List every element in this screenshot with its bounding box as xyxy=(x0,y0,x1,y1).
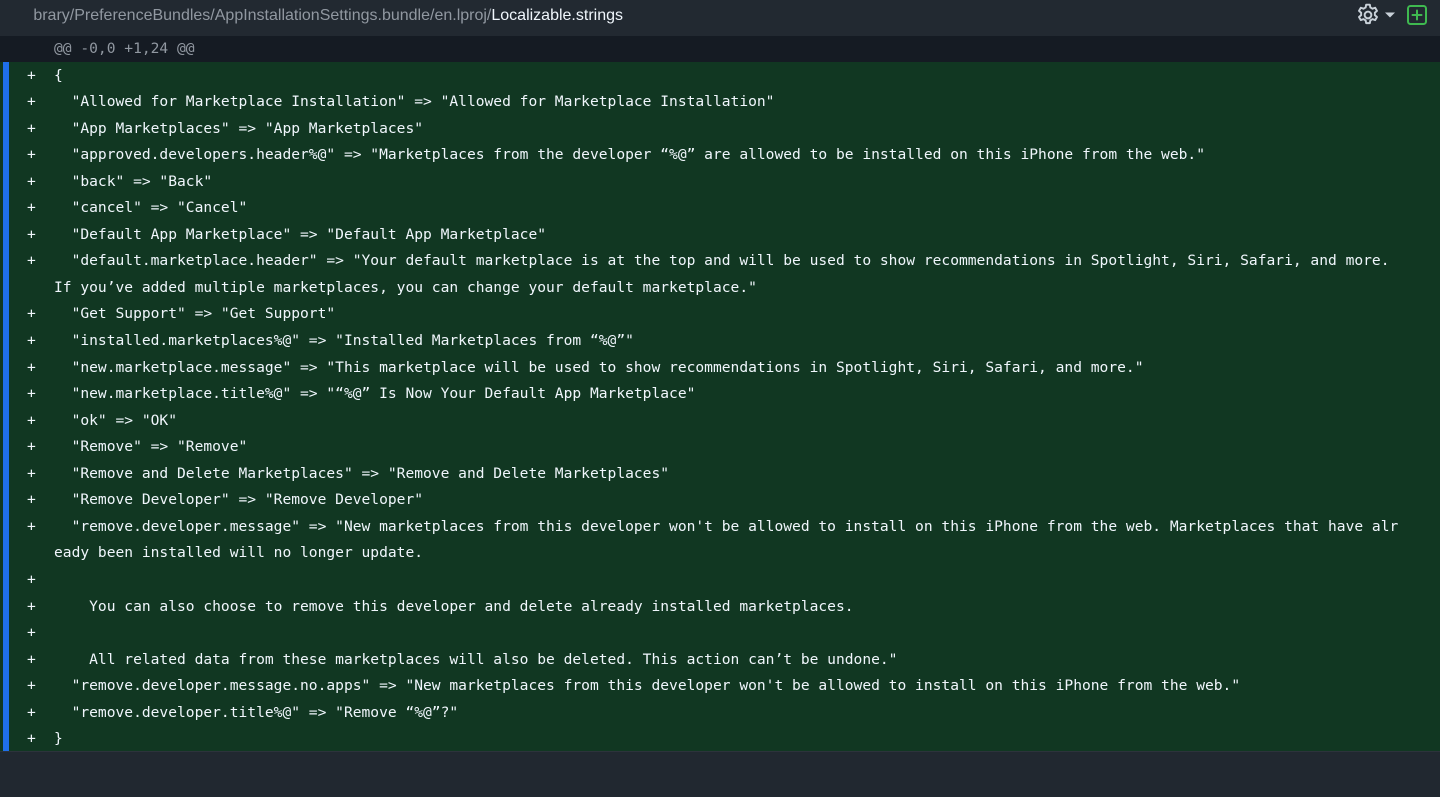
diff-line: + xyxy=(0,567,1440,594)
diff-line: + "Get Support" => "Get Support" xyxy=(0,301,1440,328)
hunk-header-row: @@ -0,0 +1,24 @@ xyxy=(0,36,1440,62)
diff-line-marker: + xyxy=(27,570,36,588)
diff-line-code: eady been installed will no longer updat… xyxy=(54,544,424,562)
file-path[interactable]: brary/PreferenceBundles/AppInstallationS… xyxy=(33,6,623,26)
diff-line: +{ xyxy=(0,63,1440,90)
diff-line: + "Allowed for Marketplace Installation"… xyxy=(0,89,1440,116)
diff-line-marker: + xyxy=(27,411,36,429)
diff-line: + "Default App Marketplace" => "Default … xyxy=(0,222,1440,249)
diff-line-code: "Allowed for Marketplace Installation" =… xyxy=(54,93,775,111)
diff-line: + "App Marketplaces" => "App Marketplace… xyxy=(0,116,1440,143)
file-header: brary/PreferenceBundles/AppInstallationS… xyxy=(0,0,1440,36)
diff-line-marker: + xyxy=(27,66,36,84)
diff-line: + "ok" => "OK" xyxy=(0,408,1440,435)
diff-line: + All related data from these marketplac… xyxy=(0,647,1440,674)
diff-line: + "remove.developer.message" => "New mar… xyxy=(0,514,1440,541)
diff-line-code: If you’ve added multiple marketplaces, y… xyxy=(54,278,757,296)
diff-line: + "installed.marketplaces%@" => "Install… xyxy=(0,328,1440,355)
diff-line-code: "remove.developer.message" => "New marke… xyxy=(54,517,1399,535)
diff-settings-button[interactable] xyxy=(1355,2,1397,28)
add-file-button[interactable] xyxy=(1406,4,1428,26)
diff-line-marker: + xyxy=(27,172,36,190)
diff-line: + "remove.developer.title%@" => "Remove … xyxy=(0,700,1440,727)
diff-line-code: "back" => "Back" xyxy=(54,172,213,190)
diff-line-code: "Remove and Delete Marketplaces" => "Rem… xyxy=(54,464,670,482)
diff-line: + You can also choose to remove this dev… xyxy=(0,594,1440,621)
diff-line-code: "Default App Marketplace" => "Default Ap… xyxy=(54,225,547,243)
diff-line-marker: + xyxy=(27,491,36,509)
diff-line: + "new.marketplace.title%@" => "“%@” Is … xyxy=(0,381,1440,408)
diff-line-code: "new.marketplace.message" => "This marke… xyxy=(54,358,1144,376)
diff-footer xyxy=(0,751,1440,797)
diff-line-code: "approved.developers.header%@" => "Marke… xyxy=(54,146,1205,164)
diff-line: + "back" => "Back" xyxy=(0,169,1440,196)
diff-line: + "new.marketplace.message" => "This mar… xyxy=(0,355,1440,382)
diff-line-marker: + xyxy=(27,624,36,642)
diff-line: + "Remove and Delete Marketplaces" => "R… xyxy=(0,461,1440,488)
diff-line-marker: + xyxy=(27,438,36,456)
diff-line-code: "ok" => "OK" xyxy=(54,411,178,429)
diff-line: + "Remove Developer" => "Remove Develope… xyxy=(0,487,1440,514)
caret-down-icon xyxy=(1384,11,1396,19)
diff-line-marker: + xyxy=(27,252,36,270)
diff-line: eady been installed will no longer updat… xyxy=(0,540,1440,567)
diff-line-marker: + xyxy=(27,677,36,695)
diff-line-marker: + xyxy=(27,597,36,615)
diff-line: + "remove.developer.message.no.apps" => … xyxy=(0,673,1440,700)
diff-line-marker: + xyxy=(27,358,36,376)
diff-body: +{+ "Allowed for Marketplace Installatio… xyxy=(0,62,1440,751)
diff-line-marker: + xyxy=(27,93,36,111)
diff-line-code: You can also choose to remove this devel… xyxy=(54,597,854,615)
diff-line: If you’ve added multiple marketplaces, y… xyxy=(0,275,1440,302)
diff-line-marker: + xyxy=(27,199,36,217)
diff-line-marker: + xyxy=(27,305,36,323)
file-path-filename: Localizable.strings xyxy=(491,7,623,24)
diff-line: + "cancel" => "Cancel" xyxy=(0,195,1440,222)
diff-line-code: "App Marketplaces" => "App Marketplaces" xyxy=(54,119,424,137)
diff-line-code: } xyxy=(54,730,63,748)
diff-line-marker: + xyxy=(27,119,36,137)
diff-line-code: "remove.developer.title%@" => "Remove “%… xyxy=(54,703,459,721)
diff-line-marker: + xyxy=(27,464,36,482)
diff-line-code: "remove.developer.message.no.apps" => "N… xyxy=(54,677,1241,695)
diff-line-code: "installed.marketplaces%@" => "Installed… xyxy=(54,332,634,349)
diff-line: +} xyxy=(0,726,1440,751)
diff-line-marker: + xyxy=(27,146,36,164)
diff-line-marker: + xyxy=(27,332,36,349)
diff-line-marker: + xyxy=(27,385,36,403)
diff-line: + "default.marketplace.header" => "Your … xyxy=(0,248,1440,275)
diff-line-marker: + xyxy=(27,517,36,535)
diff-line-marker: + xyxy=(27,650,36,668)
diff-line-marker: + xyxy=(27,730,36,748)
gear-icon xyxy=(1355,2,1381,28)
diff-line-code: "Get Support" => "Get Support" xyxy=(54,305,336,323)
diff-line-code: "Remove Developer" => "Remove Developer" xyxy=(54,491,424,509)
diff-line-code: All related data from these marketplaces… xyxy=(54,650,898,668)
diff-line-marker: + xyxy=(27,703,36,721)
file-path-directory: brary/PreferenceBundles/AppInstallationS… xyxy=(33,7,492,24)
diff-line: + "approved.developers.header%@" => "Mar… xyxy=(0,142,1440,169)
diff-line-code: "Remove" => "Remove" xyxy=(54,438,248,456)
diff-line: + "Remove" => "Remove" xyxy=(0,434,1440,461)
diff-line-marker: + xyxy=(27,225,36,243)
plus-square-icon xyxy=(1406,4,1428,26)
diff-line-code: "default.marketplace.header" => "Your de… xyxy=(54,252,1390,270)
diff-line-code: { xyxy=(54,66,63,84)
hunk-header: @@ -0,0 +1,24 @@ xyxy=(54,40,195,57)
diff-line-code: "new.marketplace.title%@" => "“%@” Is No… xyxy=(54,385,696,403)
diff-line-code: "cancel" => "Cancel" xyxy=(54,199,248,217)
diff-line: + xyxy=(0,620,1440,647)
